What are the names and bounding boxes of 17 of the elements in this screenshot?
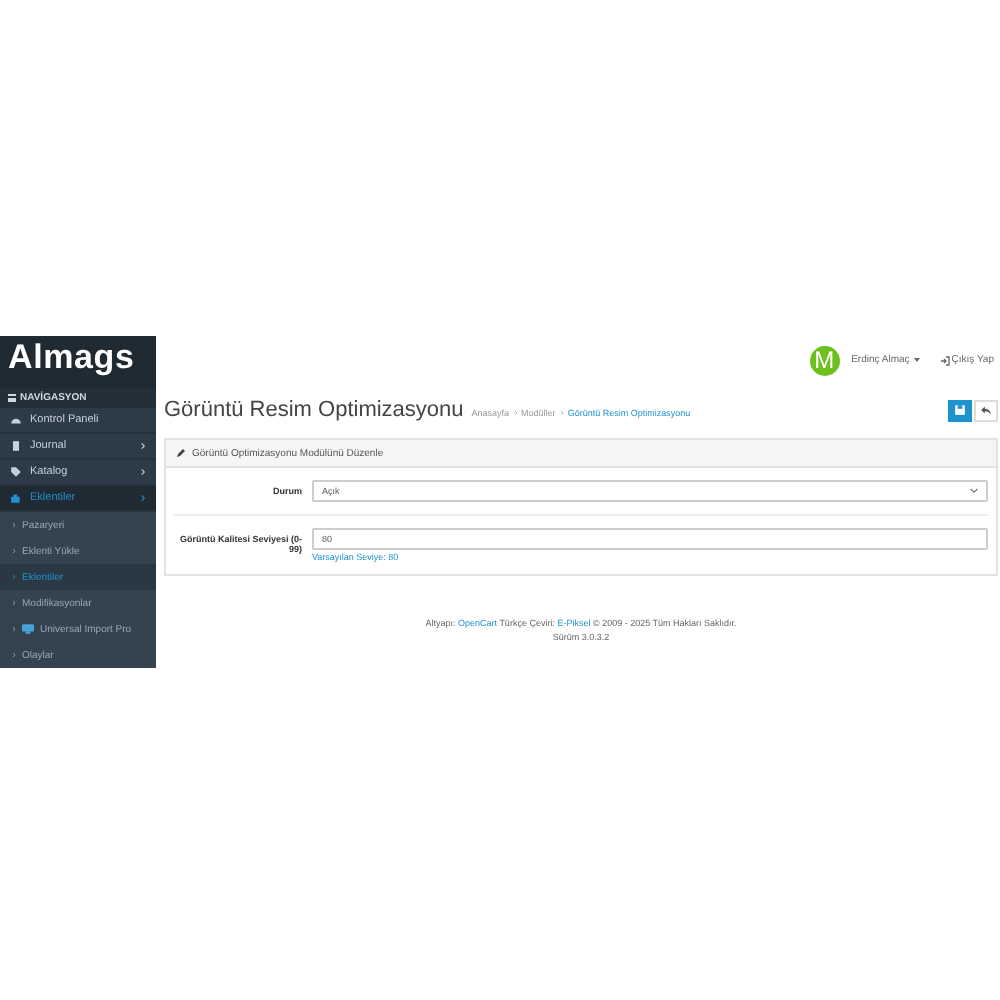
book-icon: [10, 440, 22, 452]
monitor-icon: [22, 624, 34, 634]
save-button[interactable]: [948, 399, 972, 421]
sign-out-icon: [939, 355, 950, 365]
tag-icon: [10, 466, 22, 478]
avatar[interactable]: M: [809, 345, 840, 375]
puzzle-icon: [10, 492, 22, 504]
menu-icon[interactable]: [8, 394, 16, 402]
caret-icon: [970, 488, 978, 494]
reply-icon: [980, 404, 992, 416]
dashboard-icon: [10, 414, 22, 426]
floppy-icon: [954, 404, 966, 416]
caret-icon: [913, 358, 920, 362]
page-title: Görüntü Resim Optimizasyonu: [164, 398, 464, 422]
pencil-icon: [176, 448, 186, 458]
back-button[interactable]: [974, 399, 998, 421]
logo[interactable]: Almags: [0, 336, 156, 388]
